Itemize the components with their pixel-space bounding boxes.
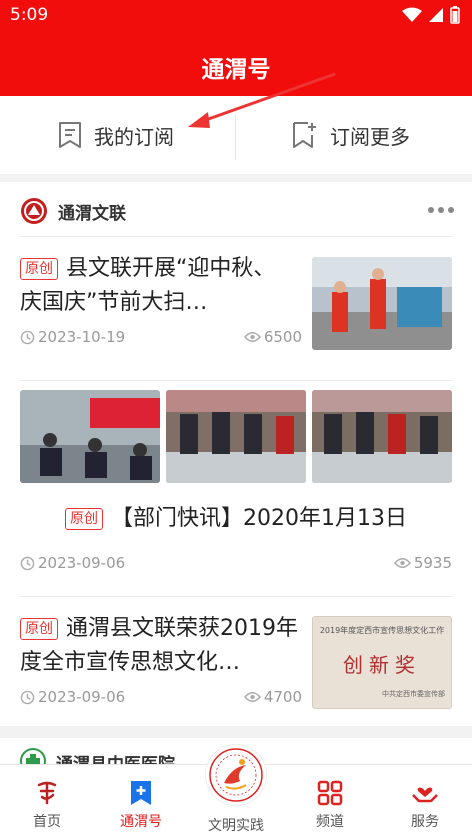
tab-label: 文明实践	[208, 818, 264, 834]
signal-icon	[429, 8, 443, 22]
article-date: 2023-09-06	[20, 554, 125, 572]
article-title: 原创 【部门快讯】2020年1月13日	[20, 502, 452, 536]
list-doc-icon	[59, 122, 81, 148]
certificate-heading: 2019年度定西市宣传思想文化工作	[319, 626, 445, 635]
article-views: 4700	[243, 688, 302, 706]
tab-home[interactable]: 首页	[0, 765, 94, 840]
subscribe-more-label: 订阅更多	[330, 124, 410, 149]
my-subscriptions-label: 我的订阅	[94, 124, 174, 149]
article-thumbnail	[312, 257, 452, 350]
article-meta: 2023-10-19 6500	[20, 328, 302, 346]
bookmark-plus-icon	[131, 781, 151, 805]
civilization-practice-button[interactable]	[205, 744, 267, 806]
tab-tongwei-hao[interactable]: 通渭号	[94, 765, 188, 840]
article-thumbnail	[166, 390, 306, 483]
clock-icon	[20, 556, 35, 570]
annotation-arrow	[188, 72, 336, 128]
tab-label: 首页	[33, 814, 61, 830]
clock-icon	[20, 690, 35, 704]
article-meta: 2023-09-06 5935	[20, 554, 452, 572]
section-gap	[0, 726, 472, 732]
tab-label: 通渭号	[120, 814, 162, 830]
divider	[20, 236, 452, 237]
article-meta: 2023-09-06 4700	[20, 688, 302, 706]
original-badge: 原创	[20, 618, 58, 640]
channel-logo-icon	[21, 198, 47, 224]
article-title: 原创 通渭县文联荣获2019年度全市宣传思想文化…	[20, 616, 298, 675]
original-badge: 原创	[20, 258, 58, 280]
civilization-logo-icon	[209, 748, 263, 802]
wifi-icon	[402, 7, 422, 22]
clock-icon	[20, 330, 35, 344]
tab-label: 服务	[411, 814, 439, 830]
channel-header[interactable]: 通渭文联	[20, 196, 126, 226]
article-thumbnail	[20, 390, 160, 483]
article-card[interactable]: 原创 县文联开展“迎中秋、庆国庆”节前大扫… 2023-10-19 6500	[20, 252, 452, 362]
hands-heart-icon	[412, 787, 438, 803]
article-date: 2023-09-06	[20, 688, 125, 706]
my-subscriptions-button[interactable]: 我的订阅	[58, 96, 174, 174]
channel-name: 通渭文联	[58, 203, 126, 224]
divider	[20, 596, 452, 597]
tab-services[interactable]: 服务	[378, 765, 472, 840]
grid-icon	[317, 780, 343, 806]
eye-icon	[243, 692, 261, 702]
eye-icon	[393, 558, 411, 568]
tab-channels[interactable]: 频道	[283, 765, 377, 840]
battery-icon	[450, 6, 460, 24]
article-thumbnail: 2019年度定西市宣传思想文化工作 创新奖 中共定西市委宣传部	[312, 616, 452, 709]
status-bar: 5:09	[0, 0, 472, 32]
tab-label: 频道	[316, 814, 344, 830]
status-time: 5:09	[10, 5, 49, 25]
divider	[20, 380, 452, 381]
more-options-icon[interactable]	[428, 207, 454, 213]
article-date: 2023-10-19	[20, 328, 125, 346]
feed[interactable]: 通渭文联 原创 县文联开展“迎中秋、庆国庆”节前大扫… 2023-10-19 65…	[0, 182, 472, 732]
article-views: 6500	[243, 328, 302, 346]
home-logo-icon	[37, 781, 57, 805]
article-title: 原创 县文联开展“迎中秋、庆国庆”节前大扫…	[20, 256, 276, 315]
certificate-title: 创新奖	[343, 653, 421, 677]
status-icons	[402, 6, 460, 24]
article-card[interactable]: 原创 通渭县文联荣获2019年度全市宣传思想文化… 2023-09-06 4700…	[20, 612, 452, 722]
certificate-issuer: 中共定西市委宣传部	[382, 690, 445, 698]
article-card[interactable]: 原创 【部门快讯】2020年1月13日 2023-09-06 5935	[20, 390, 452, 590]
article-thumbnail	[312, 390, 452, 483]
article-views: 5935	[393, 554, 452, 572]
eye-icon	[243, 332, 261, 342]
original-badge: 原创	[65, 508, 103, 530]
